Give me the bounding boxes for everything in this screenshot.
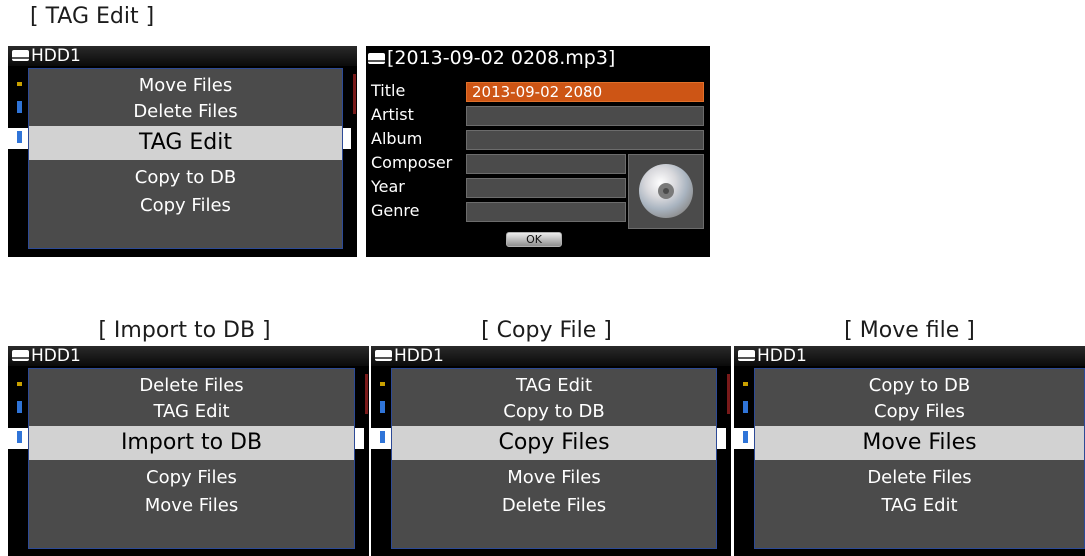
hdd-icon: [12, 50, 29, 61]
field-input-artist[interactable]: [466, 106, 704, 126]
field-label-artist: Artist: [371, 105, 414, 124]
field-label-genre: Genre: [371, 201, 420, 220]
folder-icon: [17, 382, 22, 386]
device-screen-tag-dialog: [2013-09-02 0208.mp3] Title 2013-09-02 20…: [366, 46, 710, 257]
device-screen-move-menu: HDD1 Copy to DB Copy Files Move Files Delet…: [734, 346, 1085, 556]
ok-button[interactable]: OK: [506, 232, 562, 247]
device-label: HDD1: [31, 346, 81, 366]
scrollbar[interactable]: [353, 74, 356, 114]
file-icon: [17, 101, 22, 113]
dialog-title: [2013-09-02 0208.mp3]: [368, 46, 710, 70]
caption-tag-edit: [ TAG Edit ]: [30, 4, 155, 29]
context-menu: Move Files Delete Files TAG Edit Copy to DB…: [28, 68, 343, 249]
device-screen-tag-edit-menu: HDD1 Move Files Delete Files TAG Edit Copy …: [8, 46, 357, 257]
menu-item-delete-files[interactable]: Delete Files: [29, 374, 354, 398]
menu-item-tag-edit[interactable]: TAG Edit: [755, 494, 1084, 518]
file-name: [2013-09-02 0208.mp3]: [387, 47, 616, 69]
field-label-album: Album: [371, 129, 423, 148]
menu-item-import-to-db[interactable]: Import to DB: [29, 426, 354, 460]
file-icon: [17, 431, 22, 443]
field-input-album[interactable]: [466, 130, 704, 150]
hdd-icon: [375, 350, 392, 361]
menu-item-move-files[interactable]: Move Files: [392, 466, 716, 490]
field-input-year[interactable]: [466, 178, 626, 198]
field-input-title[interactable]: 2013-09-02 2080: [466, 82, 704, 102]
context-menu: Delete Files TAG Edit Import to DB Copy Fil…: [28, 368, 355, 549]
cd-disc-icon: [639, 164, 693, 218]
field-input-genre[interactable]: [466, 202, 626, 222]
file-icon: [380, 401, 385, 413]
file-icon: [743, 431, 748, 443]
file-icon: [17, 401, 22, 413]
device-screen-copy-menu: HDD1 TAG Edit Copy to DB Copy Files Move Fi…: [371, 346, 731, 556]
field-label-composer: Composer: [371, 153, 453, 172]
menu-item-copy-to-db[interactable]: Copy to DB: [29, 166, 342, 190]
menu-item-copy-to-db[interactable]: Copy to DB: [755, 374, 1084, 398]
context-menu: Copy to DB Copy Files Move Files Delete Fil…: [754, 368, 1085, 549]
menu-item-copy-files[interactable]: Copy Files: [392, 426, 716, 460]
file-icon: [380, 431, 385, 443]
field-label-year: Year: [371, 177, 405, 196]
menu-item-delete-files[interactable]: Delete Files: [392, 494, 716, 518]
context-menu: TAG Edit Copy to DB Copy Files Move Files De…: [391, 368, 717, 549]
menu-item-delete-files[interactable]: Delete Files: [29, 100, 342, 124]
scrollbar[interactable]: [727, 374, 730, 414]
menu-item-tag-edit[interactable]: TAG Edit: [29, 126, 342, 160]
menu-item-tag-edit[interactable]: TAG Edit: [392, 374, 716, 398]
device-screen-import-menu: HDD1 Delete Files TAG Edit Import to DB Cop…: [8, 346, 369, 556]
hdd-icon: [12, 350, 29, 361]
file-icon: [743, 401, 748, 413]
menu-item-tag-edit[interactable]: TAG Edit: [29, 400, 354, 424]
menu-item-copy-files[interactable]: Copy Files: [29, 194, 342, 218]
hdd-icon: [738, 350, 755, 361]
field-label-title: Title: [371, 81, 406, 100]
screen-header: HDD1: [8, 46, 357, 66]
menu-item-move-files[interactable]: Move Files: [755, 426, 1084, 460]
album-art-box[interactable]: [628, 154, 704, 229]
menu-item-delete-files[interactable]: Delete Files: [755, 466, 1084, 490]
scrollbar[interactable]: [365, 374, 368, 414]
folder-icon: [17, 82, 22, 86]
menu-item-copy-files[interactable]: Copy Files: [755, 400, 1084, 424]
screen-header: HDD1: [734, 346, 1085, 366]
menu-item-copy-files[interactable]: Copy Files: [29, 466, 354, 490]
screen-header: HDD1: [8, 346, 369, 366]
device-label: HDD1: [31, 46, 81, 66]
hdd-icon: [368, 53, 385, 64]
menu-item-move-files[interactable]: Move Files: [29, 494, 354, 518]
caption-move-file: [ Move file ]: [844, 318, 975, 343]
menu-item-copy-to-db[interactable]: Copy to DB: [392, 400, 716, 424]
caption-import-to-db: [ Import to DB ]: [98, 318, 271, 343]
file-icon: [17, 131, 22, 143]
menu-item-move-files[interactable]: Move Files: [29, 74, 342, 98]
screen-header: HDD1: [371, 346, 731, 366]
folder-icon: [380, 382, 385, 386]
device-label: HDD1: [757, 346, 807, 366]
caption-copy-file: [ Copy File ]: [481, 318, 612, 343]
field-input-composer[interactable]: [466, 154, 626, 174]
folder-icon: [743, 382, 748, 386]
device-label: HDD1: [394, 346, 444, 366]
